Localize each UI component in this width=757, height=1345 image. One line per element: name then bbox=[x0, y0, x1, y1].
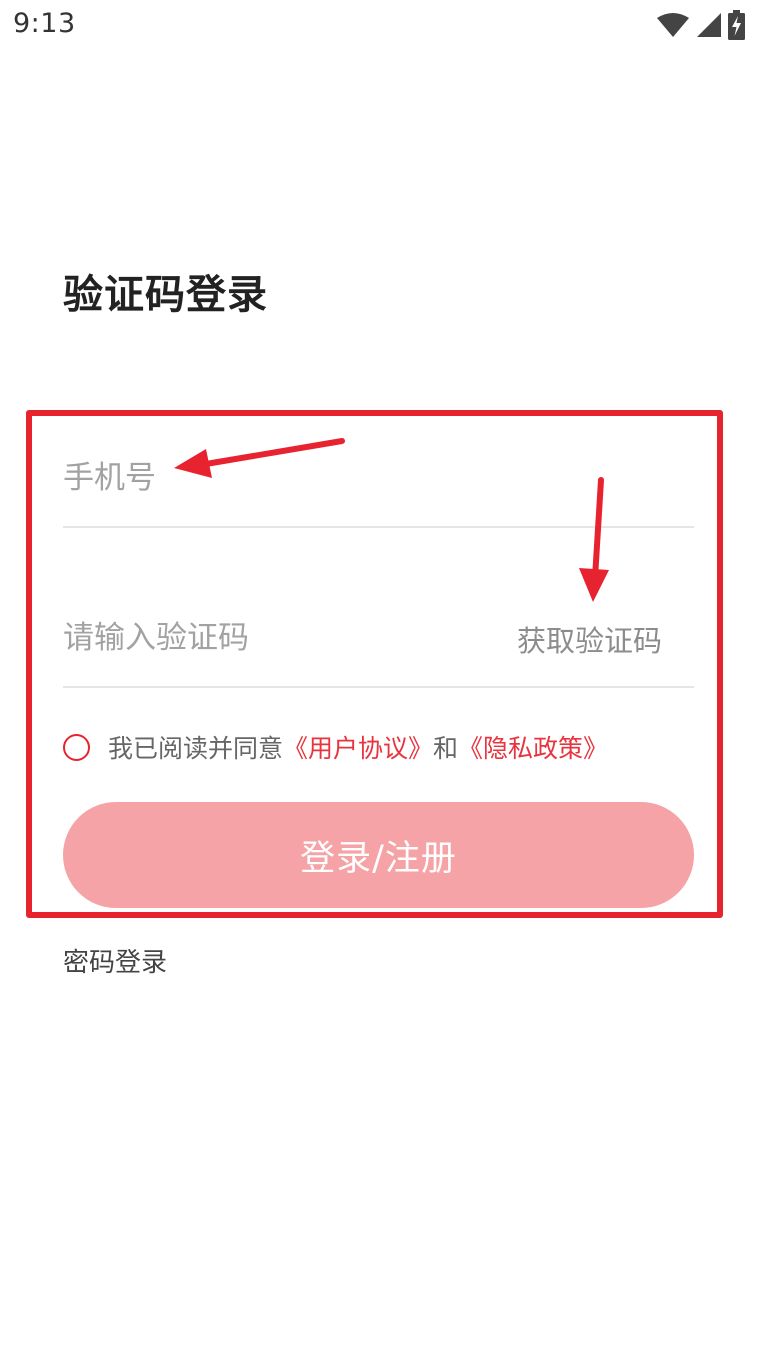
status-time: 9:13 bbox=[13, 8, 76, 39]
page-title: 验证码登录 bbox=[63, 272, 268, 318]
cell-signal-icon bbox=[697, 13, 721, 37]
annotation-highlight-box bbox=[26, 410, 723, 918]
wifi-icon bbox=[657, 13, 689, 37]
status-icons bbox=[656, 10, 745, 40]
password-login-link[interactable]: 密码登录 bbox=[63, 942, 167, 979]
status-bar: 9:13 bbox=[0, 0, 757, 52]
battery-charging-icon bbox=[728, 10, 745, 40]
login-screen: 9:13 验证码登录 获取验证码 我已阅读并同意 《用户协议》 和 《隐私政策》 bbox=[0, 0, 757, 1345]
